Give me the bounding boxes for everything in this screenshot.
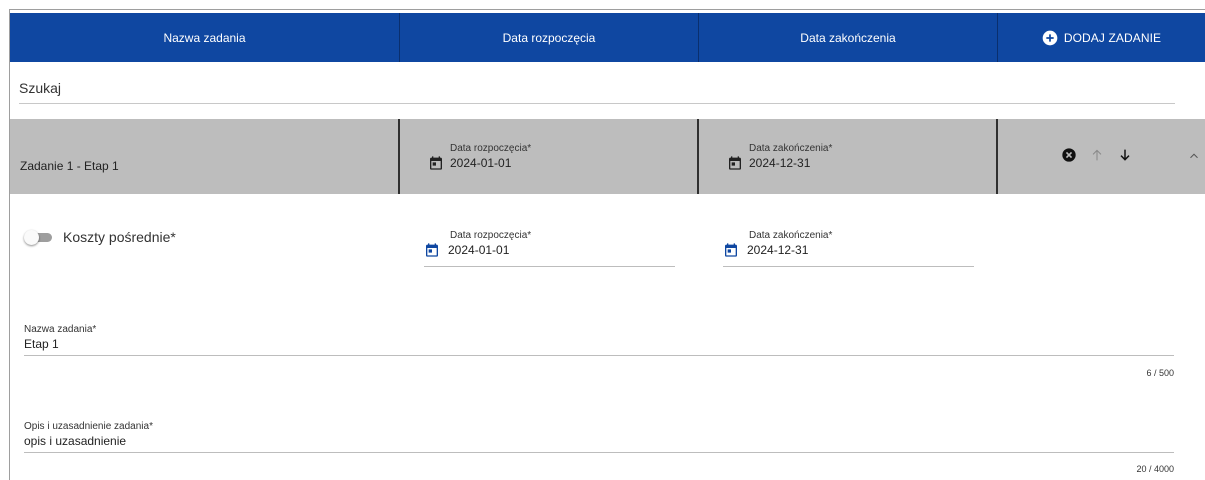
header-actions: DODAJ ZADANIE: [998, 13, 1205, 62]
remove-task-button[interactable]: [1056, 145, 1082, 165]
calendar-icon: [729, 156, 741, 170]
task-description-field[interactable]: Opis i uzasadnienie zadania* opis i uzas…: [24, 421, 1174, 453]
task-description-counter: 20 / 4000: [1136, 464, 1174, 474]
search-input[interactable]: [19, 74, 1175, 102]
detail-end-label: Data zakończenia*: [749, 230, 833, 241]
detail-end-value: 2024-12-31: [747, 243, 809, 257]
task-description-input[interactable]: opis i uzasadnienie: [24, 434, 1174, 452]
header-task-name: Nazwa zadania: [10, 13, 400, 62]
task-start-cell: Data rozpoczęcia* 2024-01-01: [400, 119, 699, 194]
calendar-icon: [430, 156, 442, 170]
add-task-button[interactable]: DODAJ ZADANIE: [1042, 30, 1161, 46]
task-row[interactable]: Zadanie 1 - Etap 1 Data rozpoczęcia* 202…: [10, 119, 1205, 194]
calendar-icon[interactable]: [424, 242, 440, 258]
task-start-date: Data rozpoczęcia* 2024-01-01: [428, 143, 531, 171]
task-description-label: Opis i uzasadnienie zadania*: [24, 421, 153, 432]
chevron-up-icon[interactable]: [1187, 149, 1201, 163]
detail-start-label: Data rozpoczęcia*: [450, 230, 532, 241]
task-end-cell: Data zakończenia* 2024-12-31: [699, 119, 998, 194]
task-start-label: Data rozpoczęcia*: [450, 143, 532, 154]
add-task-label: DODAJ ZADANIE: [1063, 30, 1162, 45]
task-name-counter: 6 / 500: [1146, 368, 1174, 378]
task-end-label: Data zakończenia*: [749, 143, 833, 154]
task-end-value: 2024-12-31: [749, 156, 811, 170]
task-start-value: 2024-01-01: [450, 156, 512, 170]
calendar-icon[interactable]: [723, 242, 739, 258]
task-name-input[interactable]: Etap 1: [24, 337, 1174, 355]
arrow-down-icon: [1120, 149, 1130, 161]
task-name-field[interactable]: Nazwa zadania* Etap 1: [24, 324, 1174, 356]
toggle-knob: [24, 230, 39, 245]
header-start-date: Data rozpoczęcia: [400, 13, 699, 62]
header-end-date: Data zakończenia: [699, 13, 998, 62]
indirect-costs-toggle[interactable]: Koszty pośrednie*: [24, 229, 176, 245]
table-header: Nazwa zadania Data rozpoczęcia Data zako…: [10, 13, 1205, 62]
detail-end-date-field[interactable]: Data zakończenia* 2024-12-31: [723, 230, 974, 267]
toggle-switch[interactable]: [24, 230, 54, 245]
add-circle-icon: [1042, 30, 1058, 45]
move-down-button[interactable]: [1112, 145, 1138, 165]
indirect-costs-label: Koszty pośrednie*: [63, 229, 176, 245]
move-up-button[interactable]: [1084, 145, 1110, 165]
task-actions: [1056, 145, 1140, 165]
task-actions-cell: [998, 119, 1205, 194]
task-end-date: Data zakończenia* 2024-12-31: [727, 143, 832, 171]
arrow-up-icon: [1092, 149, 1102, 160]
task-title: Zadanie 1 - Etap 1: [10, 119, 400, 194]
task-name-label: Nazwa zadania*: [24, 324, 97, 335]
detail-start-value: 2024-01-01: [448, 243, 510, 257]
cancel-circle-icon: [1062, 147, 1076, 162]
detail-start-date-field[interactable]: Data rozpoczęcia* 2024-01-01: [424, 230, 675, 267]
search-field: [19, 74, 1175, 104]
